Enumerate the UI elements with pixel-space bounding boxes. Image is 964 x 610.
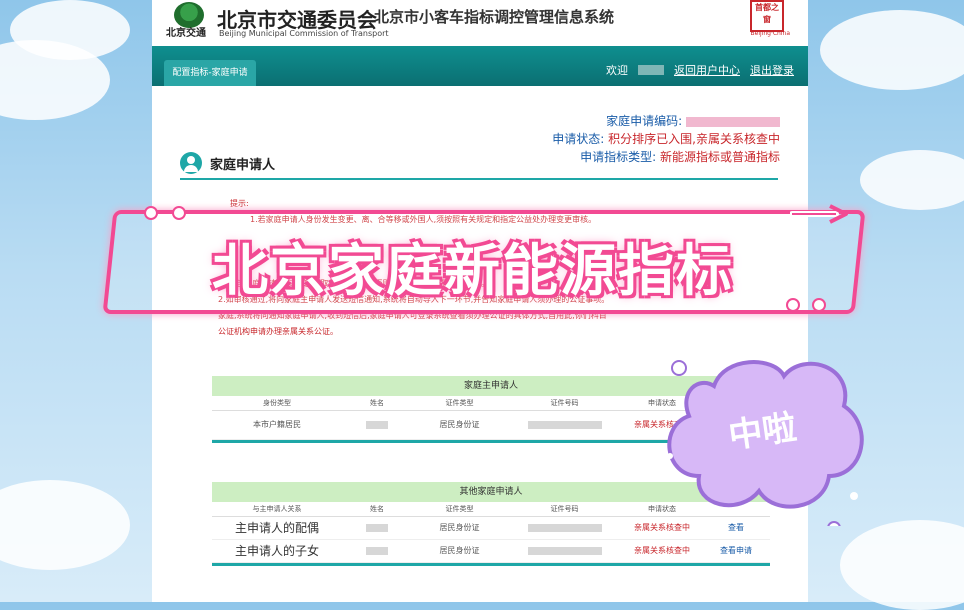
doc-number-cell [507, 411, 622, 439]
name-cell [342, 411, 412, 439]
identity-cell: 本市户籍居民 [253, 420, 301, 429]
title-banner-overlay: 北京家庭新能源指标 [102, 204, 866, 314]
doc-type-cell: 居民身份证 [439, 523, 480, 532]
status-value: 积分排序已入围,亲属关系核查中 [608, 132, 780, 146]
cloud-decoration [10, 0, 130, 60]
code-label: 家庭申请编码: [606, 114, 683, 128]
doc-number-cell [507, 517, 622, 539]
cloud-decoration [840, 520, 964, 610]
column-header: 身份类型 [263, 399, 291, 407]
logout-link[interactable]: 退出登录 [750, 62, 794, 78]
banner-dot [786, 298, 800, 312]
seal-subtitle: Beijing·China [750, 30, 790, 37]
nav-bar: 配置指标-家庭申请 欢迎 返回用户中心 退出登录 [152, 46, 808, 86]
username-blurred [638, 65, 664, 75]
org-name-english: Beijing Municipal Commission of Transpor… [219, 29, 389, 38]
doc-number-cell [507, 540, 622, 562]
banner-dot [812, 298, 826, 312]
column-header: 姓名 [370, 505, 384, 513]
status-label: 申请状态: [552, 132, 605, 146]
column-header: 证件号码 [550, 505, 579, 513]
column-header: 姓名 [370, 399, 384, 407]
logo-text: 北京交通 [166, 28, 206, 39]
status-cell: 亲属关系核查中 [634, 546, 690, 555]
doc-type-cell: 居民身份证 [439, 420, 480, 429]
column-header: 证件类型 [445, 505, 474, 513]
name-cell [342, 517, 412, 539]
system-name: 北京市小客车指标调控管理信息系统 [374, 8, 615, 26]
user-center-link[interactable]: 返回用户中心 [674, 62, 740, 78]
relation-cell: 主申请人的配偶 [234, 521, 319, 535]
view-application-link[interactable]: 查看申请 [702, 540, 770, 562]
column-header: 证件号码 [550, 399, 579, 407]
welcome-label: 欢迎 [606, 64, 628, 77]
banner-title: 北京家庭新能源指标 [212, 239, 734, 304]
cloud-decoration [820, 10, 964, 90]
site-header: 北京交通 北京市交通委员会 Beijing Municipal Commissi… [152, 0, 808, 46]
section-title: 家庭申请人 [210, 157, 276, 173]
relation-cell: 主申请人的子女 [234, 544, 319, 558]
success-sticker: 中啦 [654, 346, 880, 532]
notice-line: 公证机构申请办理亲属关系公证。 [218, 327, 338, 336]
cloud-decoration [0, 480, 130, 570]
tab-family-application[interactable]: 配置指标-家庭申请 [164, 60, 256, 86]
nav-user-area: 欢迎 返回用户中心 退出登录 [606, 62, 794, 78]
banner-dot [172, 206, 186, 220]
type-value: 新能源指标或普通指标 [659, 150, 780, 164]
application-meta: 家庭申请编码: 申请状态: 积分排序已入围,亲属关系核查中 申请指标类型: 新能… [552, 112, 780, 166]
user-icon [180, 152, 202, 174]
sticker-text: 中啦 [726, 407, 799, 457]
arrow-icon [790, 204, 848, 224]
section-divider [180, 178, 778, 180]
code-value-blurred [686, 116, 780, 127]
section-header: 家庭申请人 [180, 152, 275, 174]
table-row: 主申请人的子女 居民身份证 亲属关系核查中 查看申请 [212, 540, 770, 563]
capital-window-seal-icon: 首都之窗 [750, 0, 784, 32]
column-header: 证件类型 [445, 399, 474, 407]
column-header: 与主申请人关系 [252, 505, 302, 513]
banner-dot [144, 206, 158, 220]
name-cell [342, 540, 412, 562]
cloud-decoration [860, 150, 964, 210]
type-label: 申请指标类型: [580, 150, 657, 164]
doc-type-cell: 居民身份证 [439, 546, 480, 555]
